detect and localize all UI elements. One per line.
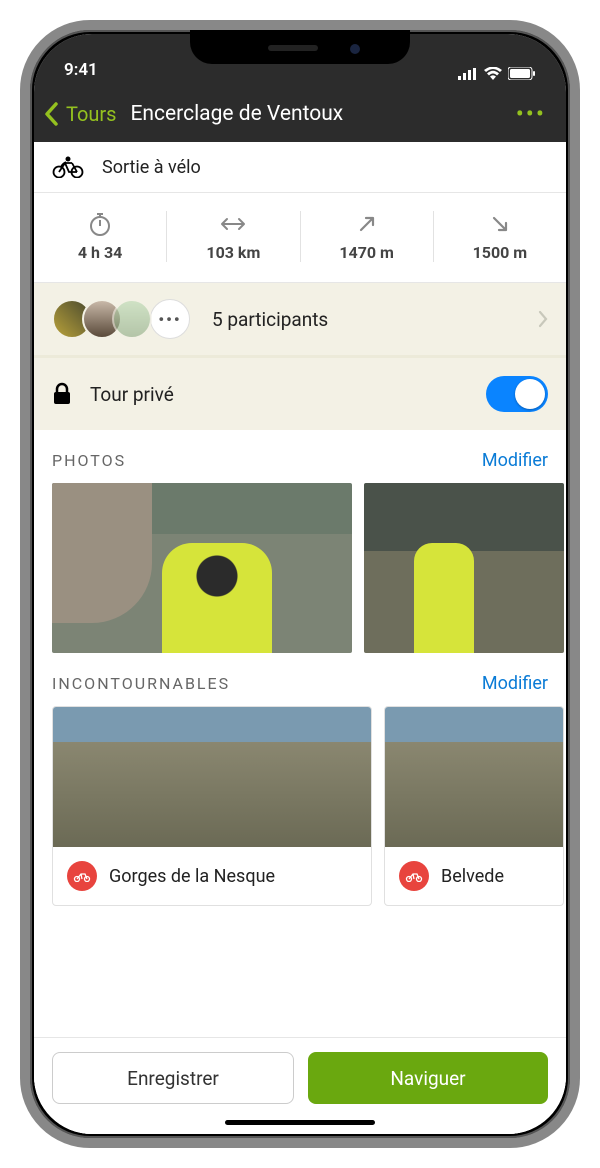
highlight-image [53, 707, 371, 847]
highlight-card[interactable]: Belvede [384, 706, 564, 906]
highlights-title: INCONTOURNABLES [52, 674, 230, 693]
battery-icon [508, 67, 536, 80]
highlight-card[interactable]: Gorges de la Nesque [52, 706, 372, 906]
privacy-row: Tour privé [34, 355, 566, 430]
avatar-stack [52, 299, 142, 339]
duration-value: 4 h 34 [40, 243, 160, 262]
highlights-edit-button[interactable]: Modifier [482, 673, 548, 694]
arrow-down-right-icon [490, 214, 510, 234]
content: Sortie à vélo 4 h 34 103 km 1470 m 150 [34, 142, 566, 1134]
highlights-header: INCONTOURNABLES Modifier [34, 653, 566, 706]
bike-icon [52, 156, 84, 178]
cellular-icon [458, 68, 478, 80]
back-icon[interactable] [44, 102, 60, 126]
photos-strip[interactable] [34, 483, 566, 653]
photos-edit-button[interactable]: Modifier [482, 450, 548, 471]
descent-value: 1500 m [440, 243, 560, 262]
navigate-button[interactable]: Naviguer [308, 1052, 548, 1104]
stat-descent: 1500 m [434, 211, 566, 262]
highlight-title: Belvede [441, 866, 504, 887]
back-button[interactable]: Tours [66, 102, 117, 126]
activity-label: Sortie à vélo [102, 157, 201, 178]
highlight-type-icon [399, 861, 429, 891]
status-time: 9:41 [64, 60, 98, 80]
distance-icon [220, 216, 246, 232]
highlight-type-icon [67, 861, 97, 891]
avatar [112, 299, 152, 339]
chevron-right-icon [538, 310, 548, 328]
photos-header: PHOTOS Modifier [34, 430, 566, 483]
participants-row[interactable]: ••• 5 participants [34, 283, 566, 355]
highlights-strip[interactable]: Gorges de la Nesque Belvede [34, 706, 566, 906]
bottom-bar: Enregistrer Naviguer [34, 1037, 566, 1110]
distance-value: 103 km [173, 243, 293, 262]
screen: 9:41 Tours Encerclage de Ventoux ••• Sor… [34, 34, 566, 1134]
stat-duration: 4 h 34 [34, 211, 167, 262]
privacy-toggle[interactable] [486, 376, 548, 412]
photos-title: PHOTOS [52, 451, 126, 470]
notch [190, 30, 410, 64]
highlight-title: Gorges de la Nesque [109, 866, 275, 887]
highlight-image [385, 707, 563, 847]
home-indicator[interactable] [34, 1110, 566, 1134]
stopwatch-icon [89, 212, 111, 236]
stat-ascent: 1470 m [301, 211, 434, 262]
stats-row: 4 h 34 103 km 1470 m 1500 m [34, 193, 566, 283]
save-button[interactable]: Enregistrer [52, 1052, 294, 1104]
ascent-value: 1470 m [307, 243, 427, 262]
more-button[interactable]: ••• [506, 100, 556, 128]
photo-thumbnail[interactable] [52, 483, 352, 653]
activity-row[interactable]: Sortie à vélo [34, 142, 566, 193]
phone-frame: 9:41 Tours Encerclage de Ventoux ••• Sor… [20, 20, 580, 1148]
privacy-label: Tour privé [90, 383, 468, 406]
stat-distance: 103 km [167, 211, 300, 262]
wifi-icon [484, 67, 502, 80]
page-title: Encerclage de Ventoux [131, 102, 500, 126]
lock-icon [52, 382, 72, 406]
participants-label: 5 participants [212, 308, 530, 331]
nav-bar: Tours Encerclage de Ventoux ••• [34, 86, 566, 142]
arrow-up-right-icon [357, 214, 377, 234]
photo-thumbnail[interactable] [364, 483, 564, 653]
more-avatars-icon: ••• [150, 299, 190, 339]
status-indicators [458, 67, 536, 80]
